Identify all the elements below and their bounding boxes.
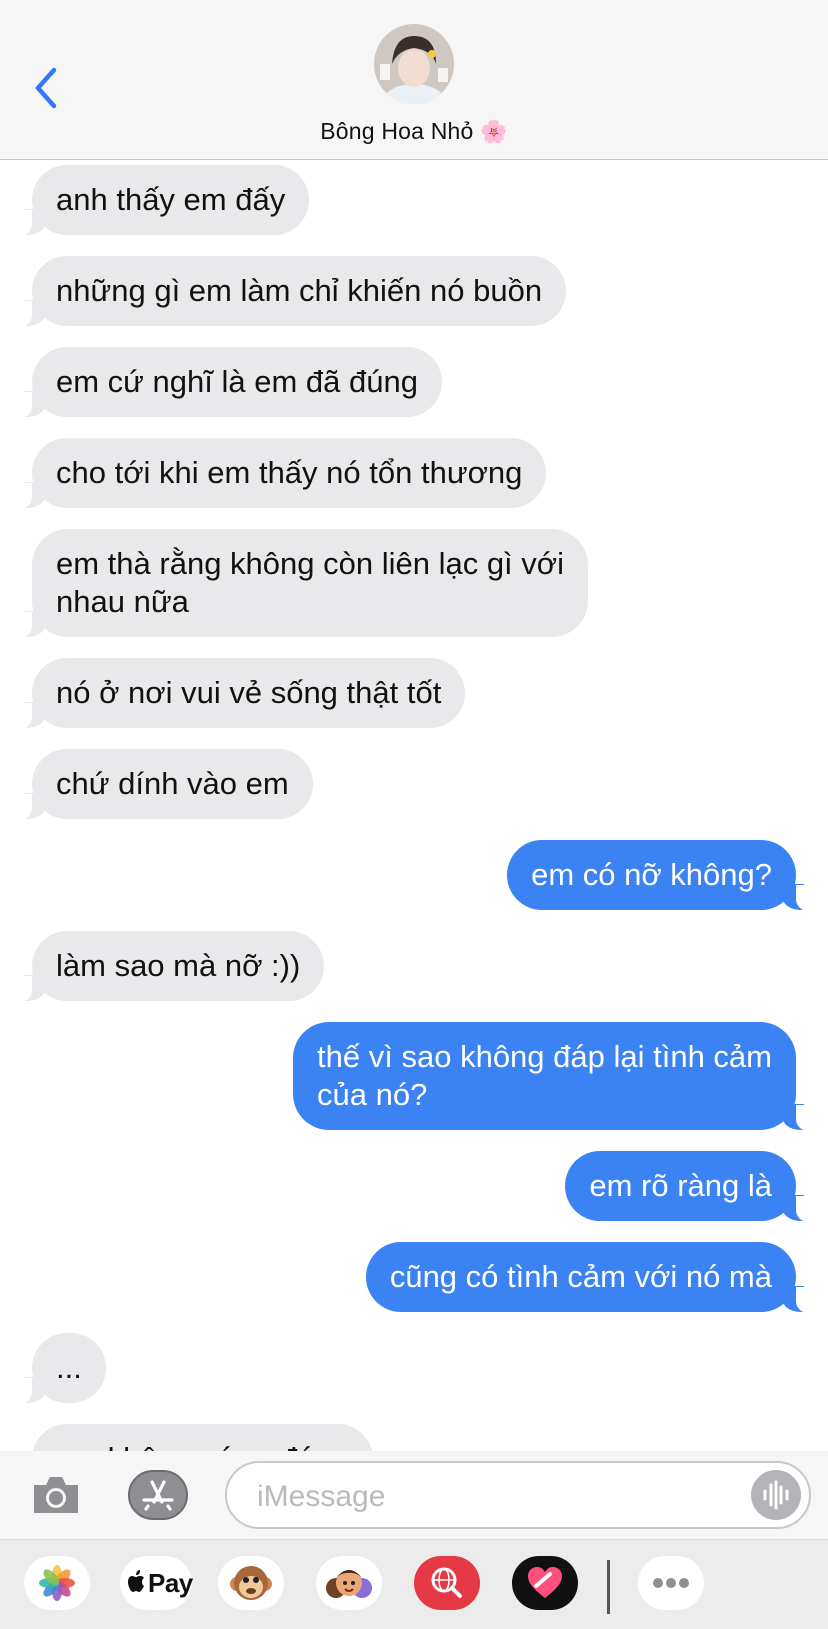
contact-name[interactable]: Bông Hoa Nhỏ 🌸 xyxy=(0,118,828,145)
outgoing-message[interactable]: em có nỡ không? xyxy=(507,840,810,911)
avatar-photo-icon xyxy=(374,24,454,104)
outgoing-message[interactable]: em rõ ràng là xyxy=(565,1151,810,1222)
app-store-icon xyxy=(142,1480,174,1511)
outgoing-message[interactable]: thế vì sao không đáp lại tình cảm của nó… xyxy=(293,1022,810,1131)
message-input[interactable] xyxy=(255,1475,729,1519)
flower-emoji-icon: 🌸 xyxy=(480,119,508,144)
more-icon xyxy=(653,1578,689,1588)
web-search-icon xyxy=(431,1567,462,1598)
animoji-icon xyxy=(230,1566,272,1600)
back-chevron-icon[interactable] xyxy=(30,64,64,112)
photos-app-button[interactable] xyxy=(24,1556,90,1610)
incoming-message[interactable]: nó ở nơi vui vẻ sống thật tốt xyxy=(17,658,466,729)
message-thread[interactable]: anh thấy em đấy những gì em làm chỉ khiế… xyxy=(0,159,828,1451)
camera-icon[interactable] xyxy=(30,1471,82,1519)
app-drawer: Pay xyxy=(0,1539,828,1629)
incoming-message[interactable]: cho tới khi em thấy nó tổn thương xyxy=(17,438,547,509)
digital-touch-app-button[interactable] xyxy=(512,1556,578,1610)
apple-logo-icon xyxy=(128,1570,144,1592)
compose-bar xyxy=(0,1451,828,1539)
message-field[interactable] xyxy=(225,1461,811,1529)
web-search-app-button[interactable] xyxy=(414,1556,480,1610)
audio-message-button[interactable] xyxy=(751,1470,801,1520)
apple-pay-app-button[interactable]: Pay xyxy=(120,1556,193,1610)
apple-pay-label: Pay xyxy=(148,1568,193,1598)
waveform-icon xyxy=(763,1480,789,1510)
outgoing-message[interactable]: cũng có tình cảm với nó mà xyxy=(365,1242,811,1313)
memoji-icon xyxy=(326,1570,372,1598)
contact-name-text: Bông Hoa Nhỏ xyxy=(320,118,474,144)
incoming-message[interactable]: em cứ nghĩ là em đã đúng xyxy=(18,347,442,418)
drawer-divider xyxy=(607,1560,610,1614)
memoji-app-button[interactable] xyxy=(316,1556,382,1610)
incoming-message[interactable]: chứ dính vào em xyxy=(18,749,313,820)
animoji-app-button[interactable] xyxy=(218,1556,284,1610)
incoming-message[interactable]: những gì em làm chỉ khiến nó buồn xyxy=(17,256,567,327)
incoming-message[interactable]: anh thấy em đấy xyxy=(17,165,310,236)
app-store-button[interactable] xyxy=(128,1470,188,1520)
contact-avatar[interactable] xyxy=(374,24,454,104)
incoming-message[interactable]: em không xứng đáng xyxy=(32,1424,374,1451)
photos-icon xyxy=(39,1565,75,1601)
incoming-message[interactable]: em thà rằng không còn liên lạc gì với nh… xyxy=(17,529,589,638)
incoming-message[interactable]: ... xyxy=(18,1333,106,1404)
incoming-message[interactable]: làm sao mà nỡ :)) xyxy=(17,931,325,1002)
conversation-header: Bông Hoa Nhỏ 🌸 xyxy=(0,0,828,160)
more-apps-button[interactable] xyxy=(638,1556,704,1610)
digital-touch-icon xyxy=(528,1567,562,1598)
